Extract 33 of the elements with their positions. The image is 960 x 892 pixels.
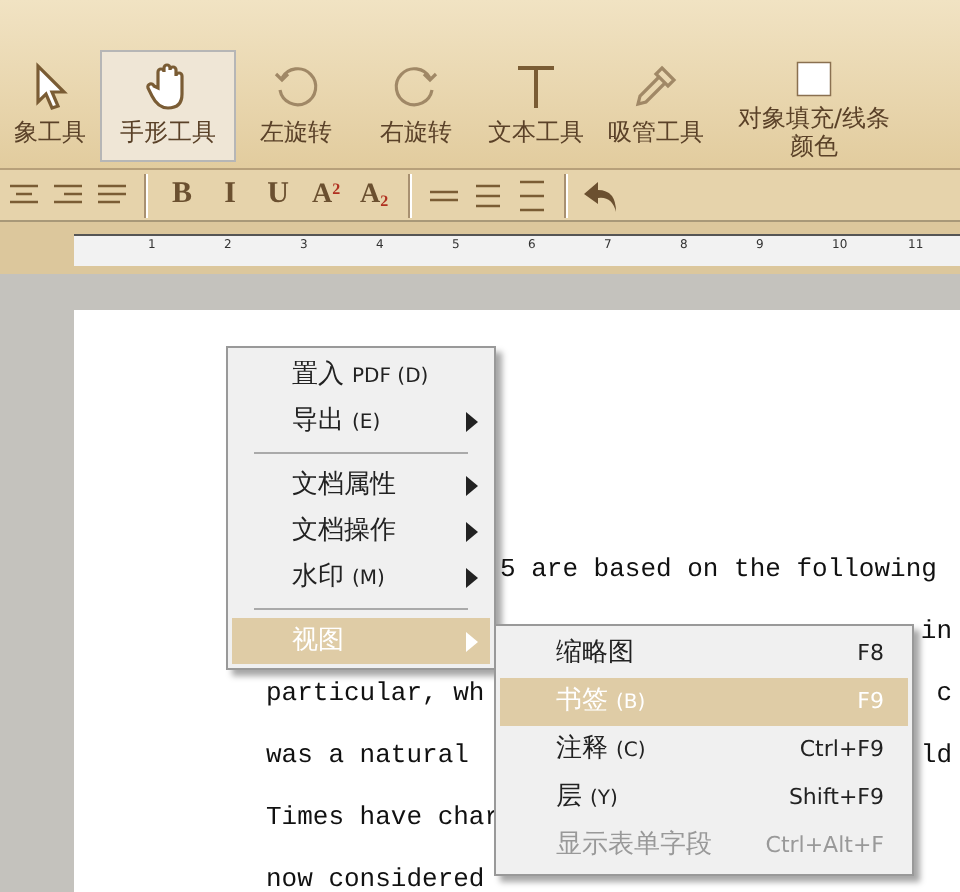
menu-item[interactable]: 水印 (M) <box>232 554 490 600</box>
document-text: now considered <box>266 862 485 892</box>
tool-button[interactable]: 象工具 <box>0 50 100 162</box>
submenu-arrow-icon <box>466 411 478 431</box>
format-button[interactable]: I <box>208 172 252 218</box>
submenu-arrow-icon <box>466 521 478 541</box>
menu-item[interactable]: 注释 (C) Ctrl+F9 <box>500 726 908 774</box>
superscript-button[interactable]: A$^{2}$ <box>304 174 348 216</box>
document-text: Times have char <box>266 800 501 836</box>
document-text: c <box>936 676 952 712</box>
submenu-arrow-icon <box>466 631 478 651</box>
tool-button[interactable]: 对象填充/线条颜色 <box>716 50 912 162</box>
submenu-arrow-icon <box>466 475 478 495</box>
document-text: in <box>920 614 952 650</box>
menu-item[interactable]: 置入 PDF (D) <box>232 352 490 398</box>
document-text: ld <box>920 738 952 774</box>
menu-item[interactable]: 导出 (E) <box>232 398 490 444</box>
menu-item[interactable]: 文档属性 <box>232 462 490 508</box>
menu-item[interactable]: 缩略图 F8 <box>500 630 908 678</box>
document-text: was a natural <box>266 738 469 774</box>
menu-item[interactable]: 文档操作 <box>232 508 490 554</box>
format-button[interactable]: B <box>160 172 204 218</box>
tool-button[interactable]: 文本工具 <box>476 50 596 162</box>
menu-item[interactable]: 层 (Y) Shift+F9 <box>500 774 908 822</box>
subscript-button[interactable]: A$_{2}$ <box>352 174 396 216</box>
document-text: 5 are based on the following <box>500 552 937 588</box>
tool-button[interactable]: 吸管工具 <box>596 50 716 162</box>
submenu-arrow-icon <box>466 567 478 587</box>
tool-button[interactable]: 右旋转 <box>356 50 476 162</box>
document-text: particular, wh <box>266 676 485 712</box>
format-button[interactable]: U <box>256 172 300 218</box>
tool-button[interactable]: 左旋转 <box>236 50 356 162</box>
tool-button[interactable]: 手形工具 <box>100 50 236 162</box>
